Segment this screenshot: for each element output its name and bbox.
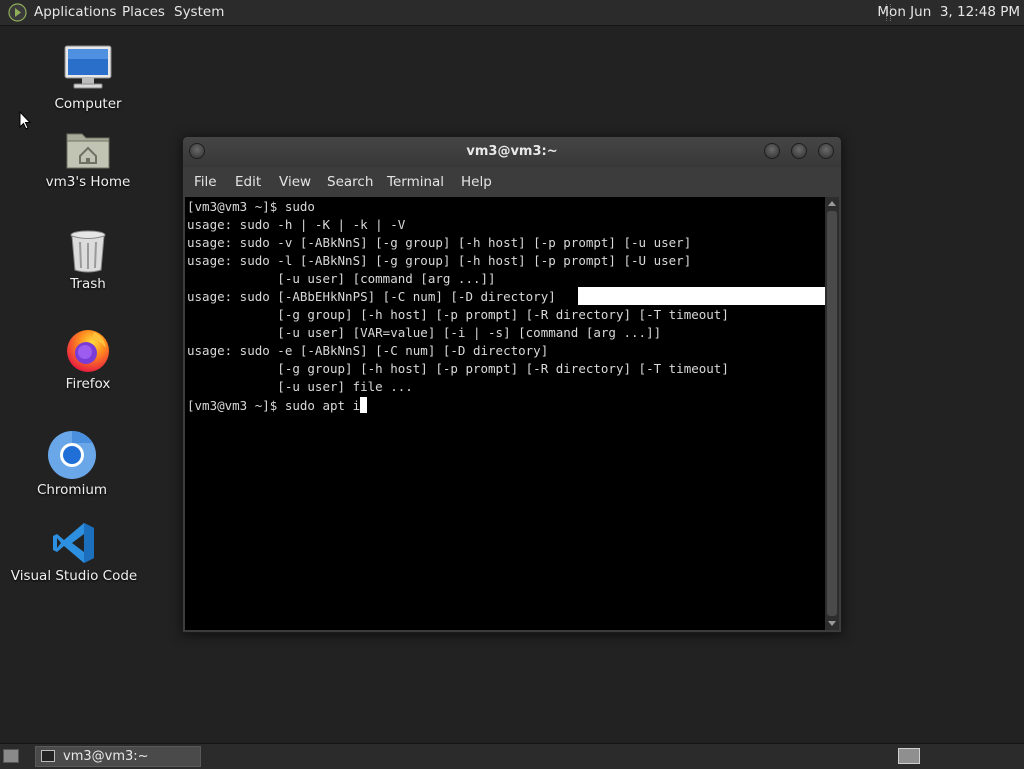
distro-logo-icon[interactable]: [8, 3, 27, 22]
text-cursor: [360, 397, 368, 413]
desktop-icon-computer[interactable]: Computer: [23, 44, 153, 112]
system-menu[interactable]: System: [174, 4, 224, 20]
scrollbar-thumb[interactable]: [827, 211, 837, 616]
desktop-icon-firefox[interactable]: Firefox: [23, 326, 153, 392]
terminal-screen[interactable]: [vm3@vm3 ~]$ sudo usage: sudo -h | -K | …: [185, 197, 825, 630]
desktop-icon-chromium[interactable]: Chromium: [7, 430, 137, 498]
desktop-icon-label: Computer: [54, 96, 122, 112]
terminal-line: [vm3@vm3 ~]$ sudo: [187, 199, 315, 214]
clock[interactable]: Mon Jun 3, 12:48 PM: [877, 4, 1020, 20]
terminal-line: [-g group] [-h host] [-p prompt] [-R dir…: [187, 307, 729, 322]
terminal-current-input: [vm3@vm3 ~]$ sudo apt i: [187, 398, 361, 413]
desktop-icon-vscode[interactable]: Visual Studio Code: [9, 520, 139, 584]
scroll-up-arrow-icon[interactable]: [828, 201, 836, 206]
terminal-line: [-u user] [command [arg ...]]: [187, 271, 496, 286]
terminal-line: usage: sudo -h | -K | -k | -V: [187, 217, 406, 232]
terminal-line: usage: sudo -v [-ABkNnS] [-g group] [-h …: [187, 235, 692, 250]
scroll-down-arrow-icon[interactable]: [828, 621, 836, 626]
terminal-menubar: File Edit View Search Terminal Help: [183, 169, 841, 195]
close-button[interactable]: [818, 143, 834, 159]
desktop-icon-label: vm3's Home: [45, 174, 131, 190]
vscode-icon: [53, 523, 94, 563]
desktop-icon-home[interactable]: vm3's Home: [23, 128, 153, 190]
terminal-titlebar[interactable]: vm3@vm3:~: [183, 137, 841, 167]
desktop-icon-trash[interactable]: Trash: [23, 228, 153, 292]
menu-terminal[interactable]: Terminal: [387, 174, 444, 190]
show-desktop-icon[interactable]: [3, 749, 19, 763]
terminal-line: usage: sudo [-ABbEHkNnPS] [-C num] [-D d…: [187, 289, 556, 304]
terminal-window[interactable]: vm3@vm3:~ File Edit View Search Terminal…: [182, 136, 842, 633]
terminal-line: [-u user] [VAR=value] [-i | -s] [command…: [187, 325, 662, 340]
top-panel: Applications Places System Mon Jun 3, 12…: [0, 0, 1024, 26]
terminal-line: [-g group] [-h host] [-p prompt] [-R dir…: [187, 361, 729, 376]
terminal-icon: [41, 750, 55, 762]
desktop-icon-label: Trash: [70, 276, 106, 292]
menu-file[interactable]: File: [194, 174, 217, 190]
firefox-icon: [67, 330, 109, 372]
terminal-prompt-line: [vm3@vm3 ~]$ sudo apt i: [187, 397, 368, 413]
terminal-line: usage: sudo -e [-ABkNnS] [-C num] [-D di…: [187, 343, 549, 358]
mouse-pointer-icon: [19, 111, 31, 130]
terminal-line: [-u user] file ...: [187, 379, 413, 394]
menu-view[interactable]: View: [279, 174, 311, 190]
minimize-button[interactable]: [764, 143, 780, 159]
menu-edit[interactable]: Edit: [235, 174, 261, 190]
taskbar-terminal-button[interactable]: vm3@vm3:~: [35, 746, 201, 767]
home-folder-icon: [66, 133, 110, 169]
places-menu[interactable]: Places: [122, 4, 165, 20]
desktop-icon-label: Chromium: [36, 482, 108, 498]
trash-icon: [70, 230, 106, 273]
desktop-icon-label: Visual Studio Code: [10, 568, 138, 584]
terminal-selection-highlight: [578, 287, 825, 305]
workspace-switcher[interactable]: [898, 748, 920, 764]
menu-search[interactable]: Search: [327, 174, 373, 190]
chromium-icon: [48, 431, 96, 479]
terminal-scrollbar[interactable]: [825, 197, 839, 630]
computer-icon: [64, 45, 112, 89]
bottom-panel: vm3@vm3:~: [0, 743, 1024, 769]
desktop-icon-label: Firefox: [65, 376, 111, 392]
terminal-line: usage: sudo -l [-ABkNnS] [-g group] [-h …: [187, 253, 692, 268]
applications-menu[interactable]: Applications: [34, 4, 116, 20]
menu-help[interactable]: Help: [461, 174, 492, 190]
taskbar-button-label: vm3@vm3:~: [63, 749, 149, 764]
terminal-title: vm3@vm3:~: [466, 144, 558, 159]
maximize-button[interactable]: [791, 143, 807, 159]
